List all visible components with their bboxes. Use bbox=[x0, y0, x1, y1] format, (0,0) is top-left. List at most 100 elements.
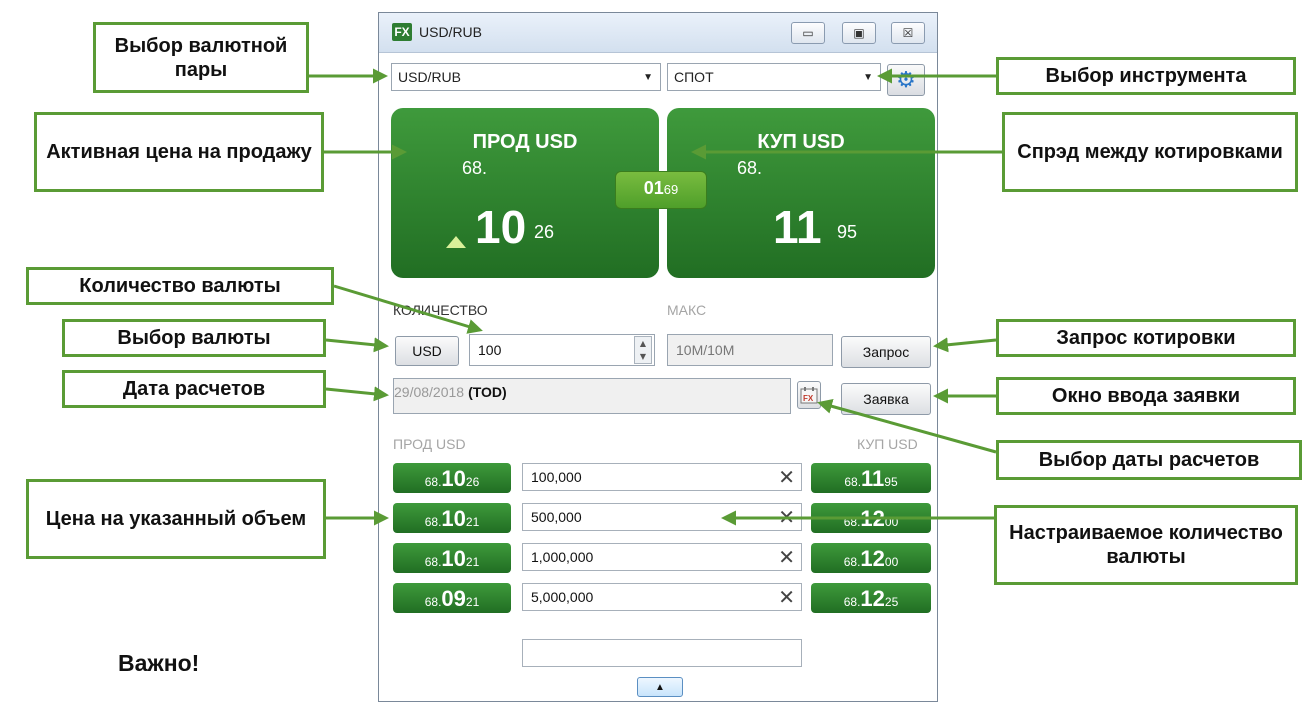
ladder-sell-tail: 21 bbox=[465, 555, 480, 569]
ladder-buy-price[interactable]: 68. 11 95 bbox=[811, 463, 931, 493]
collapse-button[interactable]: ▲ bbox=[637, 677, 683, 697]
ladder-quantity-input[interactable]: 5,000,000 ✕ bbox=[522, 583, 802, 611]
new-quantity-input[interactable] bbox=[522, 639, 802, 667]
close-button[interactable]: ☒ bbox=[891, 22, 925, 44]
ladder-sell-tail: 26 bbox=[465, 475, 480, 489]
ladder-buy-label: КУП USD bbox=[857, 436, 918, 452]
ladder-buy-prefix: 68. bbox=[843, 515, 861, 529]
ladder-quantity-value: 1,000,000 bbox=[531, 549, 594, 565]
callout-settle-date-select: Выбор даты расчетов bbox=[996, 440, 1302, 480]
quantity-label: КОЛИЧЕСТВО bbox=[393, 302, 488, 318]
spread-tail: 69 bbox=[663, 182, 679, 197]
sell-price-prefix: 68. bbox=[462, 158, 488, 178]
callout-currency-select: Выбор валюты bbox=[62, 319, 326, 357]
spin-down-icon[interactable]: ▼ bbox=[635, 350, 651, 363]
ladder-quantity-value: 100,000 bbox=[531, 469, 582, 485]
settlement-date-value: 29/08/2018 bbox=[394, 384, 465, 400]
quantity-input[interactable]: 100 bbox=[469, 334, 655, 366]
callout-quote-request: Запрос котировки bbox=[996, 319, 1296, 357]
buy-price-prefix: 68. bbox=[737, 158, 763, 178]
spread-badge: 01 69 bbox=[615, 171, 707, 209]
order-entry-button[interactable]: Заявка bbox=[841, 383, 931, 415]
fx-logo-icon: FX bbox=[392, 23, 412, 41]
ladder-sell-price[interactable]: 68. 09 21 bbox=[393, 583, 511, 613]
ladder-sell-prefix: 68. bbox=[424, 595, 442, 609]
remove-row-icon[interactable]: ✕ bbox=[778, 505, 795, 529]
ladder-sell-prefix: 68. bbox=[424, 555, 442, 569]
callout-price-for-volume: Цена на указанный объем bbox=[26, 479, 326, 559]
currency-pair-value: USD/RUB bbox=[398, 69, 462, 85]
settlement-date-tag: (TOD) bbox=[468, 384, 507, 400]
ladder-buy-price[interactable]: 68. 12 00 bbox=[811, 543, 931, 573]
callout-pair-select: Выбор валютной пары bbox=[93, 22, 309, 93]
ladder-quantity-input[interactable]: 100,000 ✕ bbox=[522, 463, 802, 491]
callout-custom-quantity: Настраиваемое количество валюты bbox=[994, 505, 1298, 585]
settlement-date-field[interactable]: 29/08/2018 (TOD) bbox=[393, 378, 791, 414]
buy-price-tile[interactable]: КУП USD 68. 11 95 bbox=[667, 108, 935, 278]
ladder-sell-tail: 21 bbox=[465, 515, 480, 529]
minimize-button[interactable]: ▭ bbox=[791, 22, 825, 44]
max-value: 10M/10M bbox=[676, 342, 735, 358]
spin-up-icon[interactable]: ▲ bbox=[635, 337, 651, 350]
ladder-sell-big: 09 bbox=[441, 586, 466, 611]
callout-active-sell: Активная цена на продажу bbox=[34, 112, 324, 192]
ladder-sell-big: 10 bbox=[441, 546, 466, 571]
collapse-up-icon: ▲ bbox=[655, 681, 665, 693]
svg-text:FX: FX bbox=[803, 394, 814, 403]
buy-price-big: 11 bbox=[773, 201, 822, 253]
callout-quantity: Количество валюты bbox=[26, 267, 334, 305]
request-quote-button[interactable]: Запрос bbox=[841, 336, 931, 368]
chevron-down-icon: ▼ bbox=[643, 72, 653, 83]
spread-big: 01 bbox=[643, 178, 664, 198]
ladder-sell-price[interactable]: 68. 10 21 bbox=[393, 503, 511, 533]
ladder-buy-prefix: 68. bbox=[843, 595, 861, 609]
ladder-quantity-value: 5,000,000 bbox=[531, 589, 594, 605]
ladder-buy-big: 12 bbox=[860, 546, 885, 571]
ladder-buy-tail: 25 bbox=[884, 595, 899, 609]
gear-icon: ⚙ bbox=[896, 67, 916, 93]
ladder-sell-big: 10 bbox=[441, 506, 466, 531]
ladder-buy-price[interactable]: 68. 12 25 bbox=[811, 583, 931, 613]
max-label: МАКС bbox=[667, 302, 707, 318]
sell-price-big: 10 bbox=[475, 201, 527, 253]
chevron-down-icon: ▼ bbox=[863, 72, 873, 83]
callout-spread: Спрэд между котировками bbox=[1002, 112, 1298, 192]
fx-window: FX USD/RUB ▭ ▣ ☒ USD/RUB ▼ СПОТ ▼ ⚙ ПРОД… bbox=[378, 12, 938, 702]
ladder-sell-price[interactable]: 68. 10 26 bbox=[393, 463, 511, 493]
ladder-buy-prefix: 68. bbox=[844, 475, 862, 489]
settings-gear-button[interactable]: ⚙ bbox=[887, 64, 925, 96]
currency-select-button[interactable]: USD bbox=[395, 336, 459, 366]
ladder-buy-tail: 00 bbox=[884, 555, 899, 569]
ladder-quantity-input[interactable]: 1,000,000 ✕ bbox=[522, 543, 802, 571]
quantity-value: 100 bbox=[478, 342, 502, 358]
instrument-select[interactable]: СПОТ ▼ bbox=[667, 63, 881, 91]
ladder-sell-tail: 21 bbox=[465, 595, 480, 609]
buy-price-tail: 95 bbox=[837, 222, 858, 242]
ladder-sell-price[interactable]: 68. 10 21 bbox=[393, 543, 511, 573]
ladder-quantity-value: 500,000 bbox=[531, 509, 582, 525]
sell-tile-header: ПРОД USD bbox=[472, 131, 578, 153]
currency-pair-select[interactable]: USD/RUB ▼ bbox=[391, 63, 661, 91]
maximize-button[interactable]: ▣ bbox=[842, 22, 876, 44]
remove-row-icon[interactable]: ✕ bbox=[778, 585, 795, 609]
fx-calendar-icon: FX bbox=[800, 387, 818, 404]
ladder-buy-prefix: 68. bbox=[843, 555, 861, 569]
ladder-quantity-input[interactable]: 500,000 ✕ bbox=[522, 503, 802, 531]
ladder-sell-prefix: 68. bbox=[424, 475, 442, 489]
ladder-sell-label: ПРОД USD bbox=[393, 436, 466, 452]
sell-price-tail: 26 bbox=[534, 222, 555, 242]
max-field: 10M/10M bbox=[667, 334, 833, 366]
calendar-button[interactable]: FX bbox=[797, 381, 821, 409]
callout-instrument-select: Выбор инструмента bbox=[996, 57, 1296, 95]
remove-row-icon[interactable]: ✕ bbox=[778, 465, 795, 489]
ladder-sell-big: 10 bbox=[441, 466, 466, 491]
important-note: Важно! bbox=[118, 650, 200, 676]
ladder-buy-big: 11 bbox=[861, 466, 885, 491]
ladder-buy-big: 12 bbox=[860, 506, 885, 531]
quantity-spinner[interactable]: ▲ ▼ bbox=[634, 336, 652, 364]
ladder-buy-price[interactable]: 68. 12 00 bbox=[811, 503, 931, 533]
remove-row-icon[interactable]: ✕ bbox=[778, 545, 795, 569]
window-title: USD/RUB bbox=[419, 24, 483, 40]
callout-order-window: Окно ввода заявки bbox=[996, 377, 1296, 415]
title-bar[interactable]: FX USD/RUB ▭ ▣ ☒ bbox=[379, 13, 937, 53]
